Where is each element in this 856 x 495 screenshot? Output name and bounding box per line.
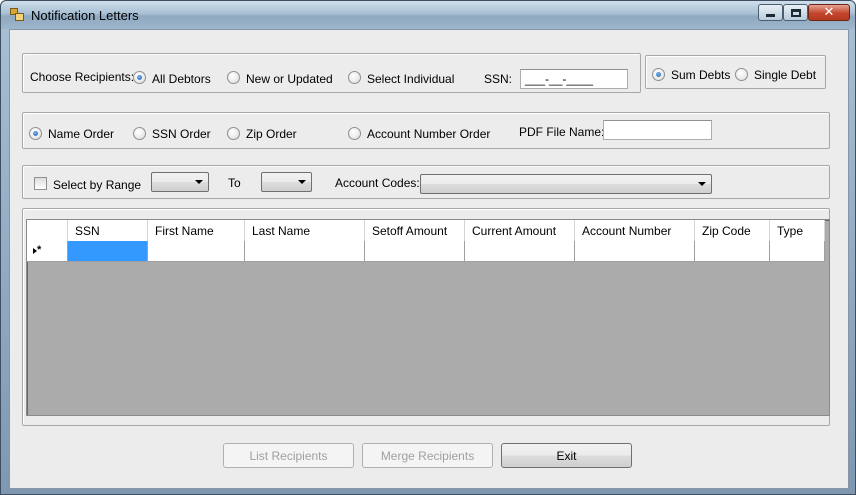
minimize-icon <box>766 14 775 17</box>
column-header-zip-code[interactable]: Zip Code <box>695 220 770 241</box>
cell-zip-code[interactable] <box>695 241 770 262</box>
ordering-group: Name Order SSN Order Zip Order Account N… <box>22 112 830 149</box>
sum-debts-radio[interactable] <box>652 68 665 81</box>
choose-recipients-label: Choose Recipients: <box>30 70 135 84</box>
grid-corner-header[interactable] <box>27 220 68 241</box>
range-to-dropdown[interactable] <box>261 172 312 192</box>
column-header-current-amount[interactable]: Current Amount <box>465 220 575 241</box>
column-header-first-name[interactable]: First Name <box>148 220 245 241</box>
debt-mode-group: Sum Debts Single Debt <box>645 55 826 89</box>
column-header-last-name[interactable]: Last Name <box>245 220 365 241</box>
name-order-radio[interactable] <box>29 127 42 140</box>
range-group: Select by Range To Account Codes: <box>22 165 830 199</box>
cell-last-name[interactable] <box>245 241 365 262</box>
app-icon[interactable] <box>10 8 24 21</box>
zip-order-radio[interactable] <box>227 127 240 140</box>
column-header-account-number[interactable]: Account Number <box>575 220 695 241</box>
zip-order-label[interactable]: Zip Order <box>246 127 297 141</box>
ssn-order-radio[interactable] <box>133 127 146 140</box>
cell-setoff-amount[interactable] <box>365 241 465 262</box>
new-or-updated-radio[interactable] <box>227 71 240 84</box>
close-icon: ✕ <box>823 5 835 20</box>
pdf-file-name-input[interactable] <box>603 120 712 140</box>
select-individual-label[interactable]: Select Individual <box>367 72 454 86</box>
form-client-area: Choose Recipients: All Debtors New or Up… <box>9 29 849 489</box>
select-by-range-checkbox[interactable] <box>34 177 47 190</box>
app-window: Notification Letters ✕ Choose Recipients… <box>0 0 856 495</box>
chevron-down-icon <box>698 182 706 186</box>
ssn-label: SSN: <box>484 72 513 86</box>
single-debt-label[interactable]: Single Debt <box>754 68 816 82</box>
table-row[interactable]: * <box>27 241 825 262</box>
ssn-mask-text: ___-__-____ <box>525 72 594 86</box>
minimize-button[interactable] <box>758 4 783 21</box>
window-title: Notification Letters <box>31 8 139 23</box>
grid-header-row: SSN First Name Last Name Setoff Amount C… <box>27 220 825 241</box>
cell-account-number[interactable] <box>575 241 695 262</box>
row-header[interactable]: * <box>27 241 68 262</box>
chevron-down-icon <box>195 180 203 184</box>
exit-button[interactable]: Exit <box>501 443 632 468</box>
pdf-file-name-label: PDF File Name: <box>519 125 605 139</box>
ssn-masked-input[interactable]: ___-__-____ <box>520 69 628 89</box>
name-order-label[interactable]: Name Order <box>48 127 114 141</box>
list-recipients-button[interactable]: List Recipients <box>223 443 354 468</box>
column-header-ssn[interactable]: SSN <box>68 220 148 241</box>
single-debt-radio[interactable] <box>735 68 748 81</box>
maximize-button[interactable] <box>783 4 808 21</box>
new-or-updated-label[interactable]: New or Updated <box>246 72 333 86</box>
all-debtors-label[interactable]: All Debtors <box>152 72 211 86</box>
merge-recipients-button[interactable]: Merge Recipients <box>362 443 493 468</box>
sum-debts-label[interactable]: Sum Debts <box>671 68 730 82</box>
new-row-marker: * <box>37 244 42 256</box>
title-bar[interactable]: Notification Letters ✕ <box>1 1 855 29</box>
select-by-range-label[interactable]: Select by Range <box>53 178 141 192</box>
column-header-type[interactable]: Type <box>770 220 825 241</box>
account-number-order-label[interactable]: Account Number Order <box>367 127 490 141</box>
account-codes-label: Account Codes: <box>335 176 420 190</box>
ssn-order-label[interactable]: SSN Order <box>152 127 211 141</box>
cell-first-name[interactable] <box>148 241 245 262</box>
select-individual-radio[interactable] <box>348 71 361 84</box>
recipients-group: Choose Recipients: All Debtors New or Up… <box>22 53 641 93</box>
maximize-icon <box>790 8 801 17</box>
cell-current-amount[interactable] <box>465 241 575 262</box>
close-button[interactable]: ✕ <box>808 4 850 21</box>
account-codes-dropdown[interactable] <box>420 174 712 194</box>
account-number-order-radio[interactable] <box>348 127 361 140</box>
range-from-dropdown[interactable] <box>151 172 209 192</box>
to-label: To <box>228 176 241 190</box>
cell-type[interactable] <box>770 241 825 262</box>
recipients-grid[interactable]: SSN First Name Last Name Setoff Amount C… <box>26 219 830 416</box>
column-header-setoff-amount[interactable]: Setoff Amount <box>365 220 465 241</box>
cell-ssn[interactable] <box>68 241 148 262</box>
all-debtors-radio[interactable] <box>133 71 146 84</box>
chevron-down-icon <box>298 180 306 184</box>
